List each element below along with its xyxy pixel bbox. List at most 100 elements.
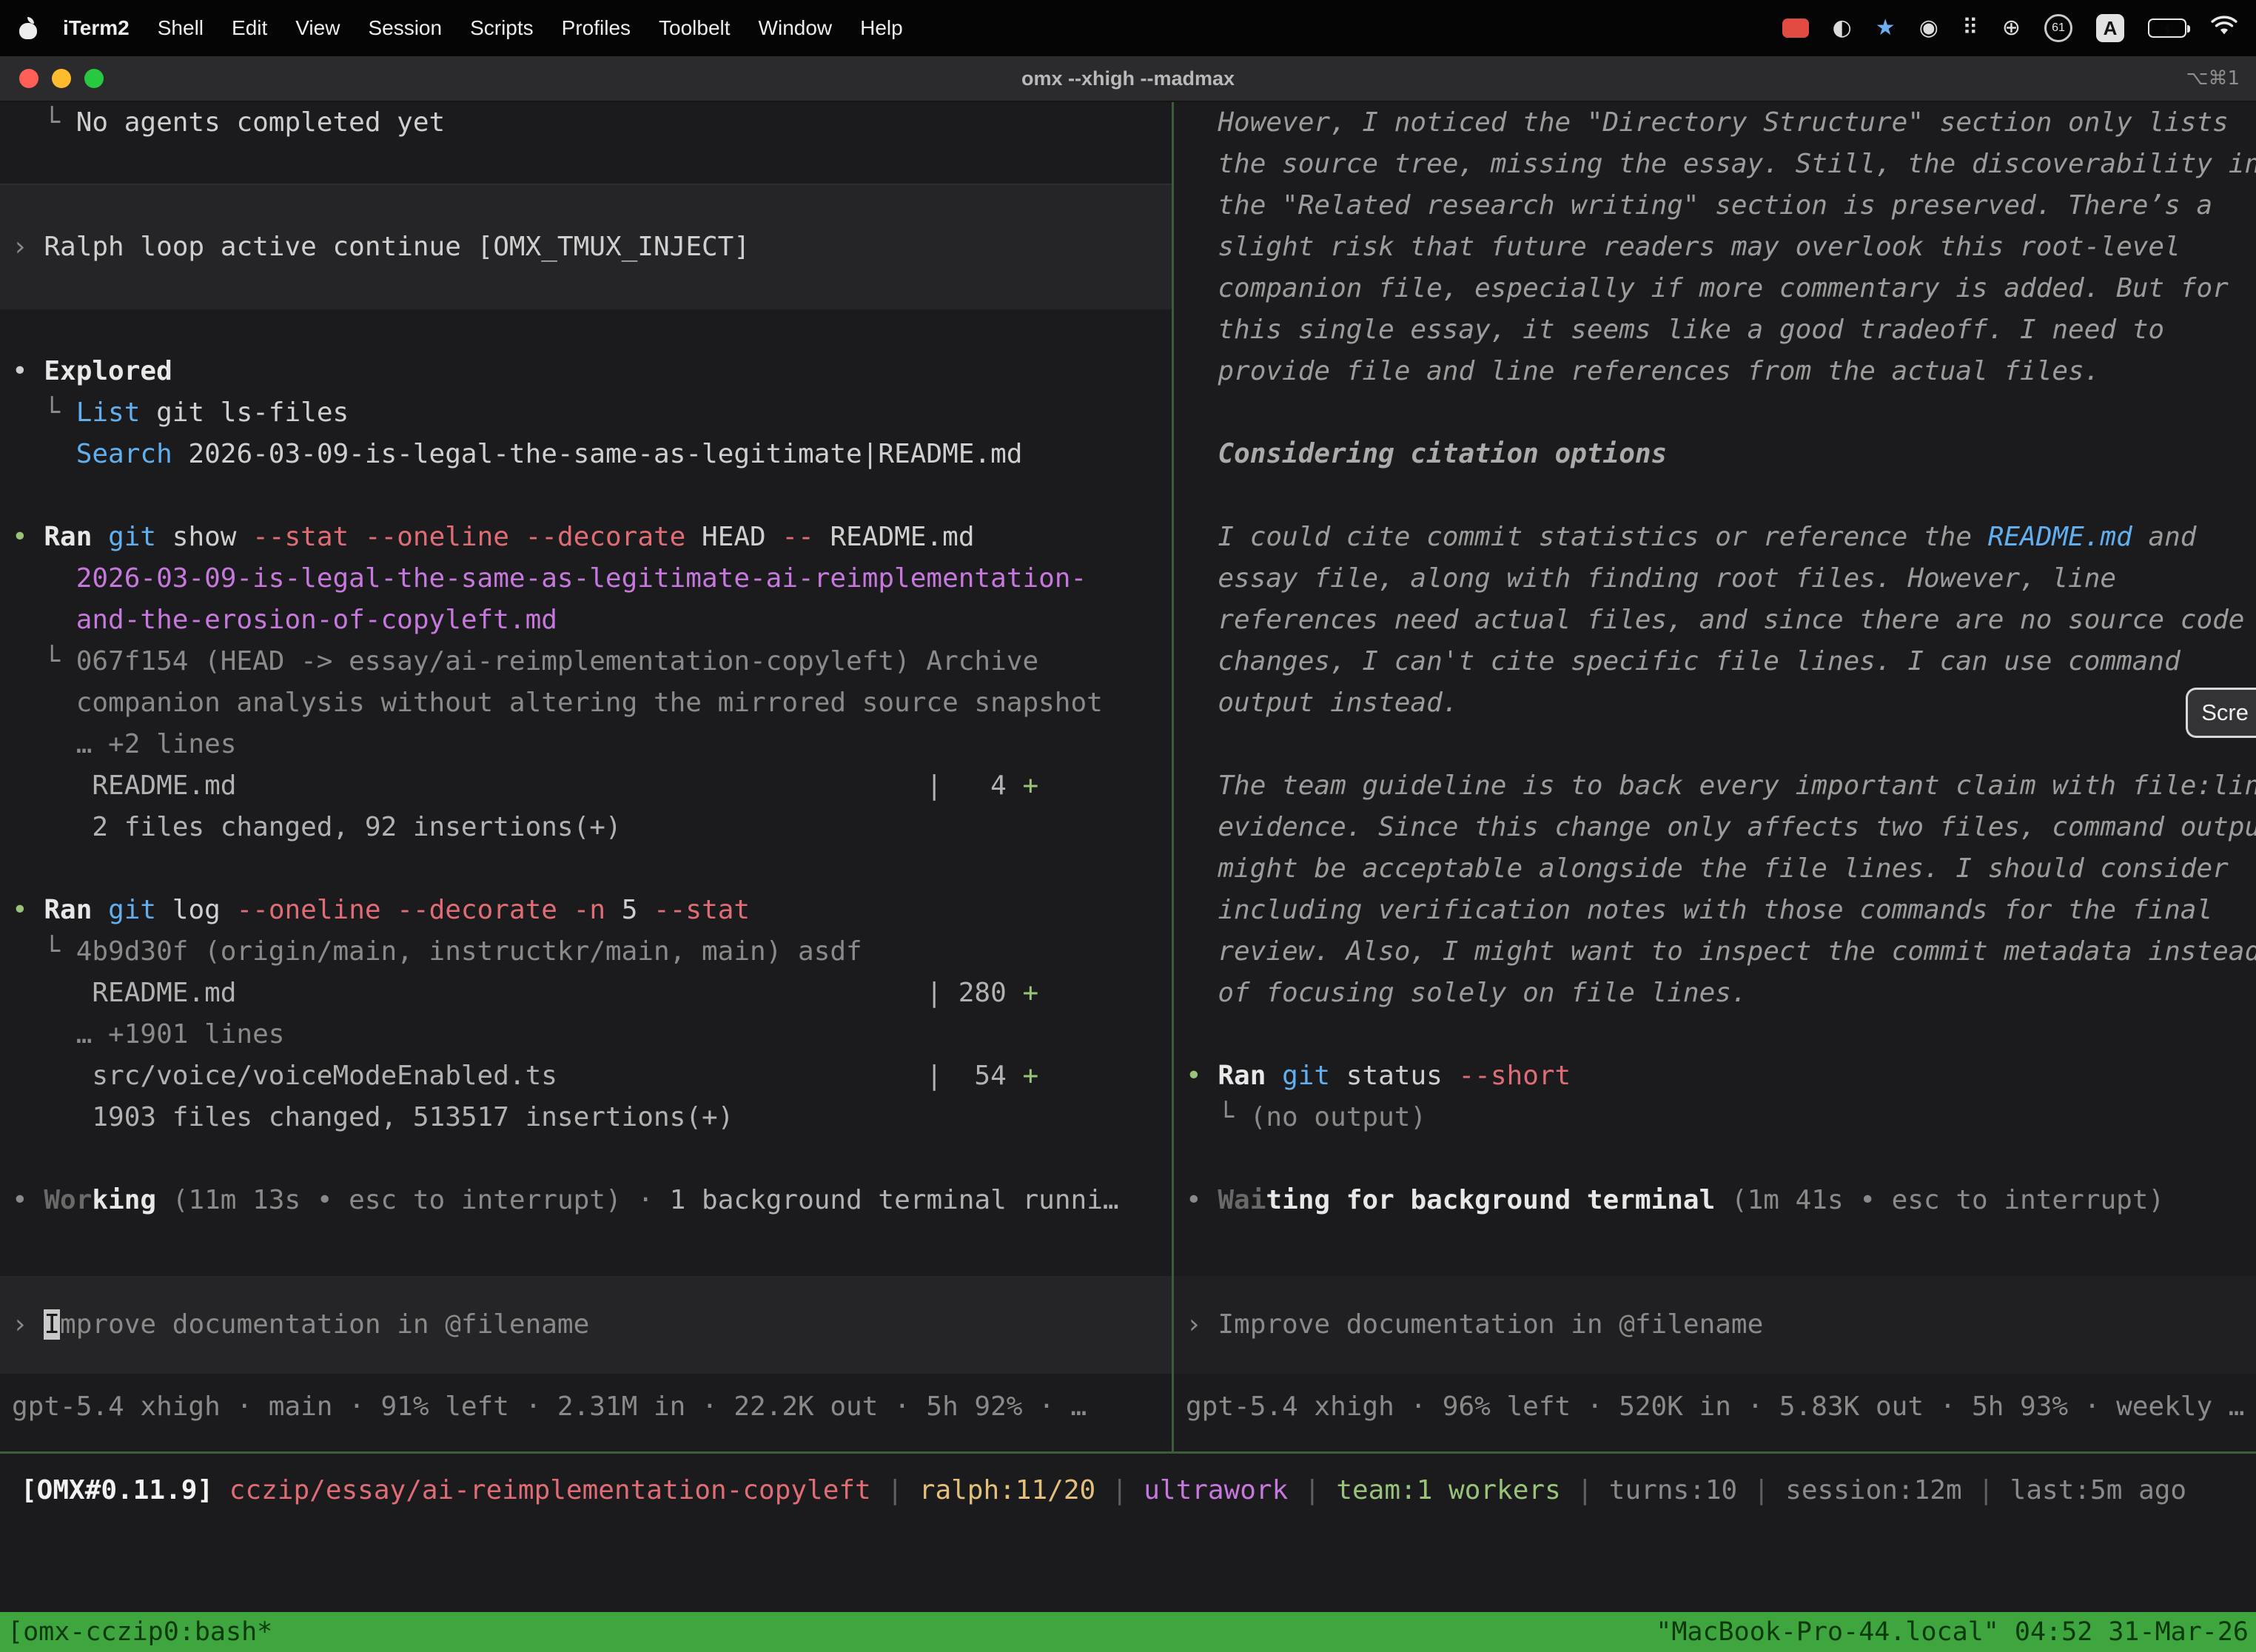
- right-transcript: However, I noticed the "Directory Struct…: [1174, 102, 2256, 1221]
- dots-grid-icon[interactable]: ⠿: [1962, 17, 1978, 39]
- working-status-row: • Working (11m 13s • esc to interrupt) ·…: [0, 1180, 1172, 1221]
- thinking-line: output instead.: [1174, 682, 2256, 724]
- battery-icon[interactable]: [2148, 19, 2186, 38]
- agents-empty-row: └ No agents completed yet: [0, 102, 1172, 144]
- menu-item-view[interactable]: View: [281, 16, 354, 39]
- ran-git-status-row: • Ran git status --short: [1174, 1055, 2256, 1097]
- ran-git-show-row: • Ran git show --stat --oneline --decora…: [0, 517, 1172, 558]
- diffstat-row: README.md | 4 +: [0, 765, 1172, 807]
- ran-git-log-row: • Ran git log --oneline --decorate -n 5 …: [0, 890, 1172, 931]
- key-icon[interactable]: ⊕: [2002, 17, 2021, 39]
- menu-item-window[interactable]: Window: [745, 16, 847, 39]
- apple-menu-icon[interactable]: [19, 17, 37, 39]
- blank-row: [0, 475, 1172, 517]
- tool-search-row: Search 2026-03-09-is-legal-the-same-as-l…: [0, 434, 1172, 475]
- left-model-status: gpt-5.4 xhigh · main · 91% left · 2.31M …: [0, 1386, 1172, 1428]
- thinking-line: changes, I can't cite specific file line…: [1174, 641, 2256, 682]
- thinking-line: the source tree, missing the essay. Stil…: [1174, 144, 2256, 185]
- close-button[interactable]: [19, 69, 38, 88]
- minimize-button[interactable]: [52, 69, 71, 88]
- essay-filename-line2: and-the-erosion-of-copyleft.md: [0, 600, 1172, 641]
- diffstat-row: README.md | 280 +: [0, 973, 1172, 1014]
- prompt-input[interactable]: › Improve documentation in @filename: [1174, 1304, 1763, 1346]
- footer-divider-horizontal: [0, 1451, 2256, 1454]
- screen-recording-indicator-icon[interactable]: [1782, 19, 1809, 38]
- ralph-loop-row: › Ralph loop active continue [OMX_TMUX_I…: [0, 226, 750, 268]
- essay-filename-line1: 2026-03-09-is-legal-the-same-as-legitima…: [0, 558, 1172, 600]
- thinking-line: the "Related research writing" section i…: [1174, 185, 2256, 226]
- macos-menu-bar: iTerm2ShellEditViewSessionScriptsProfile…: [0, 0, 2256, 56]
- app-circle-icon[interactable]: ◉: [1919, 17, 1938, 39]
- thinking-line: of focusing solely on file lines.: [1174, 973, 2256, 1014]
- menubar-status-icons: ◐ ★ ◉ ⠿ ⊕ 61 A: [1782, 14, 2243, 42]
- thinking-line: I could cite commit statistics or refere…: [1174, 517, 2256, 558]
- waiting-status-row: • Waiting for background terminal (1m 41…: [1174, 1180, 2256, 1221]
- left-terminal-pane: └ No agents completed yet › Ralph loop a…: [0, 102, 1172, 1652]
- thinking-line: slight risk that future readers may over…: [1174, 226, 2256, 268]
- menu-items: iTerm2ShellEditViewSessionScriptsProfile…: [13, 16, 917, 40]
- right-model-status: gpt-5.4 xhigh · 96% left · 520K in · 5.8…: [1174, 1386, 2256, 1428]
- thinking-line: evidence. Since this change only affects…: [1174, 807, 2256, 848]
- model-status-line: gpt-5.4 xhigh · main · 91% left · 2.31M …: [0, 1386, 1172, 1428]
- more-lines-row: … +1901 lines: [0, 1014, 1172, 1055]
- thinking-line: provide file and line references from th…: [1174, 351, 2256, 392]
- zoom-button[interactable]: [84, 69, 104, 88]
- thinking-line: essay file, along with finding root file…: [1174, 558, 2256, 600]
- thinking-line: including verification notes with those …: [1174, 890, 2256, 931]
- right-terminal-pane: However, I noticed the "Directory Struct…: [1174, 102, 2256, 1652]
- tmux-host-clock-label: "MacBook-Pro-44.local" 04:52 31-Mar-26: [1656, 1612, 2249, 1652]
- input-source-icon[interactable]: A: [2096, 14, 2124, 42]
- terminal-area: └ No agents completed yet › Ralph loop a…: [0, 102, 2256, 1652]
- blank-row: [1174, 1138, 2256, 1180]
- thinking-line: companion file, especially if more comme…: [1174, 268, 2256, 309]
- thinking-line: might be acceptable alongside the file l…: [1174, 848, 2256, 890]
- right-prompt-input-box[interactable]: › Improve documentation in @filename: [1174, 1276, 2256, 1374]
- tmux-status-bar: [omx-cczip0:bash* "MacBook-Pro-44.local"…: [0, 1612, 2256, 1652]
- diffstat-summary: 1903 files changed, 513517 insertions(+): [0, 1097, 1172, 1138]
- charging-bolt-icon: [2163, 23, 2172, 36]
- left-prompt-input-box[interactable]: › Improve documentation in @filename: [0, 1276, 1172, 1374]
- thinking-line: The team guideline is to back every impo…: [1174, 765, 2256, 807]
- blank-row: [0, 848, 1172, 890]
- blank-row: [1174, 724, 2256, 765]
- thinking-line: references need actual files, and since …: [1174, 600, 2256, 641]
- menu-item-help[interactable]: Help: [846, 16, 917, 39]
- desktop: { "menubar": { "items": [ {"label":"iTer…: [0, 0, 2256, 1652]
- diffstat-row: src/voice/voiceModeEnabled.ts | 54 +: [0, 1055, 1172, 1097]
- prompt-input[interactable]: › Improve documentation in @filename: [0, 1304, 589, 1346]
- spark-icon[interactable]: ★: [1876, 17, 1896, 39]
- menu-item-profiles[interactable]: Profiles: [548, 16, 645, 39]
- tool-list-row: └ List git ls-files: [0, 392, 1172, 434]
- window-title: omx --xhigh --madmax: [0, 67, 2256, 90]
- more-lines-row: … +2 lines: [0, 724, 1172, 765]
- commit-line: └ 4b9d30f (origin/main, instructkr/main,…: [0, 931, 1172, 973]
- menu-item-iterm2[interactable]: iTerm2: [49, 16, 144, 39]
- thinking-line: this single essay, it seems like a good …: [1174, 309, 2256, 351]
- blank-row: [0, 309, 1172, 351]
- left-transcript: • Explored └ List git ls-files Search 20…: [0, 309, 1172, 1221]
- commit-line-cont: companion analysis without altering the …: [0, 682, 1172, 724]
- thinking-line: review. Also, I might want to inspect th…: [1174, 931, 2256, 973]
- thinking-line: However, I noticed the "Directory Struct…: [1174, 102, 2256, 144]
- window-shortcut-badge: ⌥⌘1: [2186, 67, 2240, 90]
- ralph-loop-banner: › Ralph loop active continue [OMX_TMUX_I…: [0, 185, 1172, 309]
- menu-item-scripts[interactable]: Scripts: [456, 16, 548, 39]
- no-output-line: └ (no output): [1174, 1097, 2256, 1138]
- model-status-line: gpt-5.4 xhigh · 96% left · 520K in · 5.8…: [1174, 1386, 2256, 1428]
- menu-item-edit[interactable]: Edit: [218, 16, 281, 39]
- tmux-session-label: [omx-cczip0:bash*: [7, 1612, 272, 1652]
- blank-row: [1174, 392, 2256, 434]
- blank-row: [1174, 475, 2256, 517]
- menu-item-toolbelt[interactable]: Toolbelt: [645, 16, 745, 39]
- agents-section: └ No agents completed yet: [0, 102, 1172, 185]
- blank-row: [0, 1138, 1172, 1180]
- menu-item-session[interactable]: Session: [354, 16, 456, 39]
- omx-session-status-bar: [OMX#0.11.9] cczip/essay/ai-reimplementa…: [0, 1470, 2256, 1511]
- screen-edge-tooltip[interactable]: Scre: [2186, 688, 2256, 738]
- window-title-bar: omx --xhigh --madmax ⌥⌘1: [0, 56, 2256, 102]
- explored-header: • Explored: [0, 351, 1172, 392]
- globe-icon[interactable]: ◐: [1833, 17, 1852, 39]
- wifi-icon[interactable]: [2210, 15, 2238, 41]
- menu-item-shell[interactable]: Shell: [144, 16, 218, 39]
- battery-meter-icon[interactable]: 61: [2044, 14, 2072, 42]
